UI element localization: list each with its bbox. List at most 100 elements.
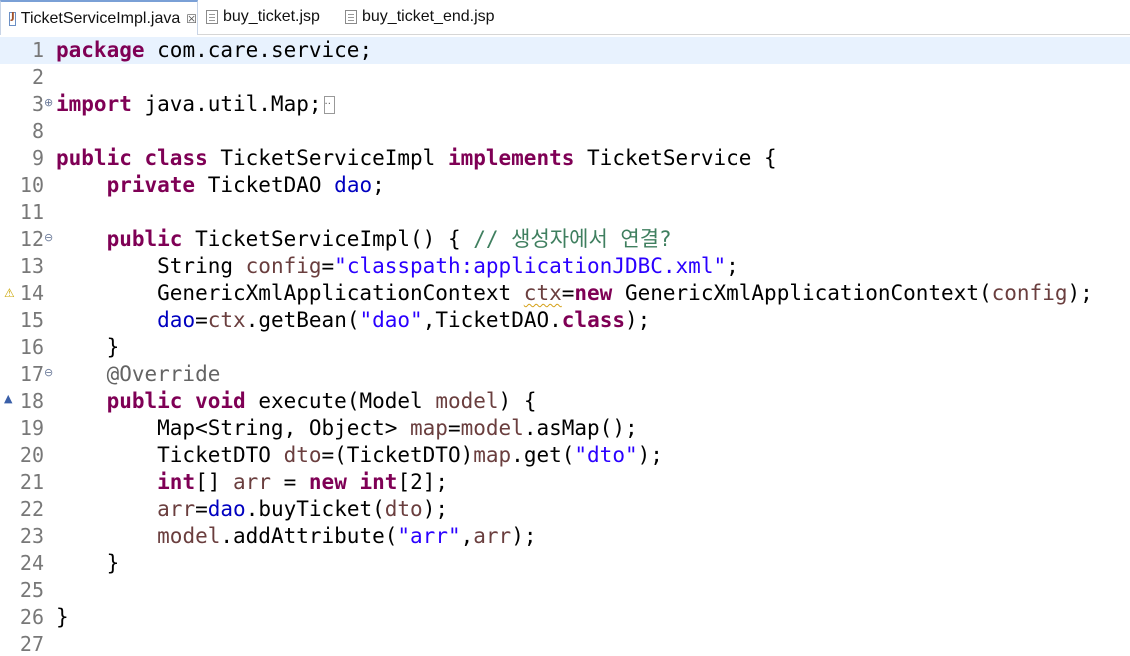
line-number: 13 bbox=[19, 254, 44, 278]
code-line[interactable]: 19 Map<String, Object> map=model.asMap()… bbox=[0, 415, 1130, 442]
code-token: dao bbox=[157, 308, 196, 332]
code-token: execute(Model bbox=[245, 389, 436, 413]
code-line[interactable]: 10 private TicketDAO dao; bbox=[0, 172, 1130, 199]
code-token: dao bbox=[334, 173, 373, 197]
code-token: TicketServiceImpl bbox=[207, 146, 448, 170]
code-token: = bbox=[270, 470, 309, 494]
jsp-file-icon bbox=[206, 10, 218, 24]
line-number: 10 bbox=[19, 173, 44, 197]
code-line[interactable]: 1 package com.care.service; bbox=[0, 37, 1130, 64]
code-line[interactable]: 20 TicketDTO dto=(TicketDTO)map.get("dto… bbox=[0, 442, 1130, 469]
code-token: private bbox=[106, 173, 196, 197]
code-token: config bbox=[991, 281, 1068, 305]
warning-icon[interactable]: ⚠ bbox=[4, 280, 15, 307]
code-token: arr bbox=[157, 497, 196, 521]
code-line[interactable]: 22 arr=dao.buyTicket(dto); bbox=[0, 496, 1130, 523]
code-text: @Override bbox=[56, 361, 221, 388]
override-marker-icon[interactable]: ▲ bbox=[4, 388, 12, 409]
code-line[interactable]: 26} bbox=[0, 604, 1130, 631]
line-number: 12 bbox=[19, 227, 44, 251]
code-token: @Override bbox=[106, 362, 221, 386]
code-text: Map<String, Object> map=model.asMap(); bbox=[56, 415, 637, 442]
code-line[interactable]: 24 } bbox=[0, 550, 1130, 577]
code-token: public bbox=[106, 227, 183, 251]
code-token: ); bbox=[625, 308, 651, 332]
editor-tab-bar: TicketServiceImpl.java ☒ buy_ticket.jsp … bbox=[0, 0, 1130, 35]
code-token: new bbox=[574, 281, 613, 305]
code-line[interactable]: 23 model.addAttribute("arr",arr); bbox=[0, 523, 1130, 550]
tab-label: buy_ticket.jsp bbox=[223, 8, 320, 25]
expand-fold-icon[interactable]: ⊕ bbox=[44, 91, 53, 114]
code-token: ; bbox=[372, 173, 385, 197]
code-token: "classpath:applicationJDBC.xml" bbox=[334, 254, 727, 278]
code-token: } bbox=[56, 551, 120, 575]
code-line[interactable]: 27 bbox=[0, 631, 1130, 656]
code-line[interactable]: 12 ⊖ public TicketServiceImpl() { // 생성자에… bbox=[0, 226, 1130, 253]
code-editor[interactable]: 1 package com.care.service; 2 3 ⊕ import java… bbox=[0, 35, 1130, 656]
code-token: config bbox=[245, 254, 322, 278]
code-token: ); bbox=[637, 443, 663, 467]
line-number: 8 bbox=[31, 119, 44, 143]
code-token: java.util.Map; bbox=[131, 92, 322, 116]
code-token: // 생성자에서 연결? bbox=[473, 227, 672, 251]
code-token: com.care.service; bbox=[144, 38, 373, 62]
code-line[interactable]: 8 bbox=[0, 118, 1130, 145]
code-text: } bbox=[56, 334, 120, 361]
code-line[interactable]: 17 ⊖ @Override bbox=[0, 361, 1130, 388]
code-line[interactable]: 18 ▲ public void execute(Model model) { bbox=[0, 388, 1130, 415]
line-number: 15 bbox=[19, 308, 44, 332]
collapse-fold-icon[interactable]: ⊖ bbox=[44, 226, 53, 249]
close-icon[interactable]: ☒ bbox=[186, 12, 197, 26]
code-token: .buyTicket( bbox=[245, 497, 385, 521]
line-number: 20 bbox=[19, 443, 44, 467]
code-line[interactable]: 2 bbox=[0, 64, 1130, 91]
line-number: 11 bbox=[19, 200, 44, 224]
code-token: model bbox=[157, 524, 221, 548]
line-number: 3 bbox=[31, 92, 44, 116]
code-text: } bbox=[56, 604, 69, 631]
line-number: 2 bbox=[31, 65, 44, 89]
tab-ticketserviceimpl-java[interactable]: TicketServiceImpl.java ☒ bbox=[0, 0, 198, 35]
code-token: ); bbox=[422, 497, 448, 521]
code-token: [2]; bbox=[397, 470, 449, 494]
collapse-fold-icon[interactable]: ⊖ bbox=[44, 361, 53, 384]
java-file-icon bbox=[9, 11, 16, 26]
collapsed-imports-box[interactable] bbox=[323, 88, 335, 115]
code-line[interactable]: 3 ⊕ import java.util.Map; bbox=[0, 88, 1130, 118]
line-number: 23 bbox=[19, 524, 44, 548]
code-token: "dto" bbox=[574, 443, 638, 467]
code-token: import bbox=[56, 92, 132, 116]
code-line[interactable]: 15 dao=ctx.getBean("dao",TicketDAO.class… bbox=[0, 307, 1130, 334]
code-token: arr bbox=[233, 470, 271, 494]
code-token: TicketDAO bbox=[195, 173, 335, 197]
code-token: package bbox=[56, 38, 145, 62]
code-line[interactable]: 21 int[] arr = new int[2]; bbox=[0, 469, 1130, 496]
code-token: = bbox=[195, 308, 208, 332]
code-line[interactable]: 25 bbox=[0, 577, 1130, 604]
line-number: 21 bbox=[19, 470, 44, 494]
code-text: int[] arr = new int[2]; bbox=[56, 469, 448, 496]
code-token: ctx bbox=[523, 281, 562, 305]
code-token: void bbox=[195, 389, 246, 413]
tab-label: TicketServiceImpl.java bbox=[20, 9, 181, 27]
tab-buy-ticket-jsp[interactable]: buy_ticket.jsp bbox=[206, 0, 336, 34]
code-token: GenericXmlApplicationContext( bbox=[612, 281, 992, 305]
code-token: new bbox=[308, 470, 347, 494]
code-text: String config="classpath:applicationJDBC… bbox=[56, 253, 739, 280]
line-number: 24 bbox=[19, 551, 44, 575]
code-line[interactable]: 11 bbox=[0, 199, 1130, 226]
code-token: implements bbox=[447, 146, 575, 170]
code-line[interactable]: 9 public class TicketServiceImpl implemen… bbox=[0, 145, 1130, 172]
tab-buy-ticket-end-jsp[interactable]: buy_ticket_end.jsp bbox=[345, 0, 505, 34]
code-token: =(TicketDTO) bbox=[321, 443, 474, 467]
code-line[interactable]: 16 } bbox=[0, 334, 1130, 361]
code-line[interactable]: 14 ⚠ GenericXmlApplicationContext ctx=new… bbox=[0, 280, 1130, 307]
code-line[interactable]: 13 String config="classpath:applicationJ… bbox=[0, 253, 1130, 280]
code-text: public TicketServiceImpl() { // 생성자에서 연결… bbox=[56, 226, 672, 253]
code-token: [] bbox=[195, 470, 234, 494]
line-number: 16 bbox=[19, 335, 44, 359]
code-token: String bbox=[56, 254, 246, 278]
